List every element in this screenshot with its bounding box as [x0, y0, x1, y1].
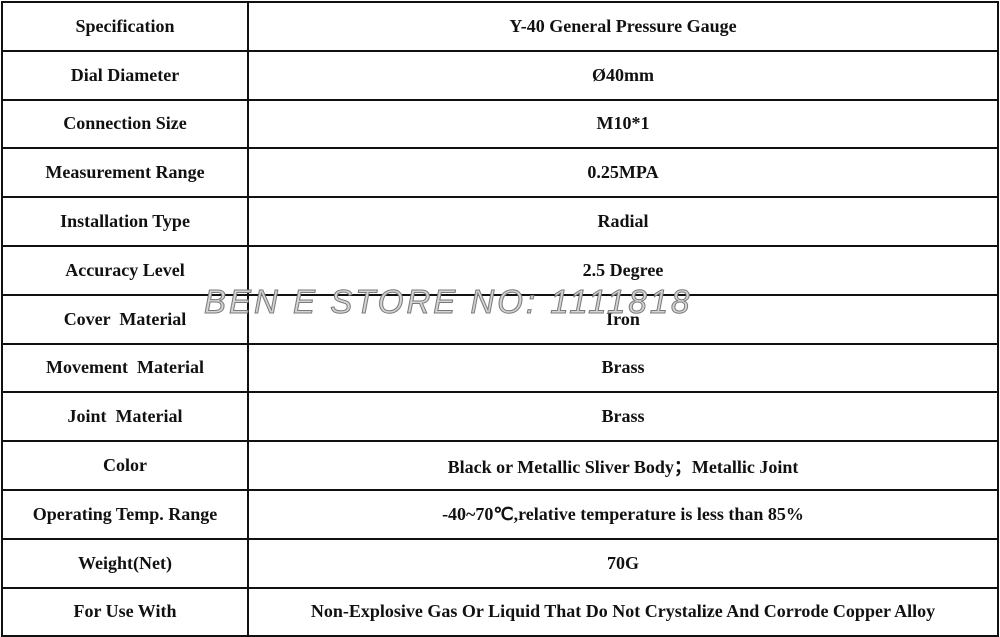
spec-table: Specification Y-40 General Pressure Gauge…: [1, 1, 999, 637]
spec-label: Dial Diameter: [1, 49, 249, 101]
spec-label: Weight(Net): [1, 537, 249, 589]
table-row: Dial Diameter Ø40mm: [1, 49, 999, 101]
table-row: Accuracy Level 2.5 Degree: [1, 244, 999, 296]
spec-label: Operating Temp. Range: [1, 488, 249, 540]
table-row: Connection Size M10*1: [1, 98, 999, 150]
spec-value: -40~70℃,relative temperature is less tha…: [247, 488, 999, 540]
table-row: Operating Temp. Range -40~70℃,relative te…: [1, 488, 999, 540]
spec-value: M10*1: [247, 98, 999, 150]
spec-label: Specification: [1, 1, 249, 52]
spec-value: Black or Metallic Sliver Body；Metallic J…: [247, 440, 999, 491]
spec-value: Y-40 General Pressure Gauge: [247, 1, 999, 52]
table-row: Movement Material Brass: [1, 342, 999, 394]
spec-value: Brass: [247, 391, 999, 443]
spec-label: Color: [1, 440, 249, 491]
spec-value: Brass: [247, 342, 999, 394]
spec-value: 2.5 Degree: [247, 244, 999, 296]
spec-value: Iron: [247, 293, 999, 345]
spec-value: 0.25MPA: [247, 147, 999, 199]
table-row: Cover Material Iron: [1, 293, 999, 345]
spec-label: Connection Size: [1, 98, 249, 150]
table-row: Joint Material Brass: [1, 391, 999, 443]
table-row: Installation Type Radial: [1, 196, 999, 247]
table-row: Color Black or Metallic Sliver Body；Metal…: [1, 440, 999, 491]
spec-label: Joint Material: [1, 391, 249, 443]
table-row: Specification Y-40 General Pressure Gauge: [1, 1, 999, 52]
spec-label: Measurement Range: [1, 147, 249, 199]
spec-value: 70G: [247, 537, 999, 589]
spec-label: Installation Type: [1, 196, 249, 247]
spec-value: Ø40mm: [247, 49, 999, 101]
spec-label: Movement Material: [1, 342, 249, 394]
spec-label: Accuracy Level: [1, 244, 249, 296]
spec-value: Radial: [247, 196, 999, 247]
table-row: Weight(Net) 70G: [1, 537, 999, 589]
spec-label: Cover Material: [1, 293, 249, 345]
table-row: Measurement Range 0.25MPA: [1, 147, 999, 199]
